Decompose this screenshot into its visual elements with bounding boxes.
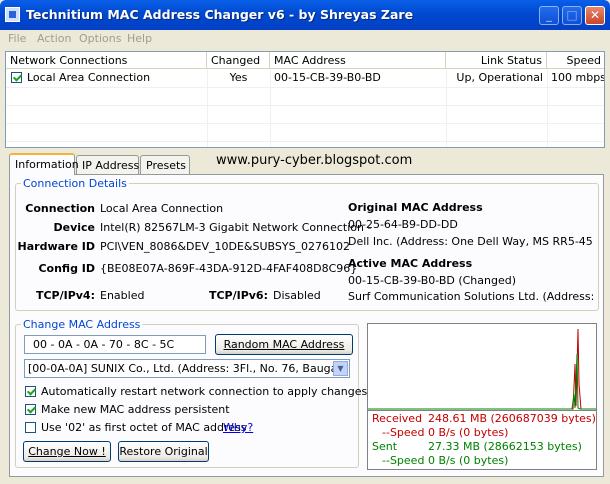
device-value: Intel(R) 82567LM-3 Gigabit Network Conne… [100,221,372,234]
received-speed-value: 0 B/s (0 bytes) [428,426,509,439]
menu-bar: File Action Options Help [0,30,610,48]
received-label: Received [372,412,423,425]
tab-ip-address[interactable]: IP Address [76,155,139,174]
tab-presets[interactable]: Presets [140,155,190,174]
close-button[interactable]: ✕ [585,6,605,25]
active-mac-title: Active MAC Address [348,257,473,270]
window-title: Technitium MAC Address Changer v6 - by S… [26,7,414,22]
cell-speed: 100 mbps [551,71,605,84]
menu-help[interactable]: Help [127,32,152,45]
tcp-ipv4-value: Enabled [100,289,145,302]
sent-label: Sent [372,440,398,453]
tcp-ipv4-label: TCP/IPv4: [35,289,95,302]
tcp-ipv6-value: Disabled [273,289,321,302]
column-header-speed[interactable]: Speed [547,52,604,69]
network-connections-grid[interactable]: Network Connections Changed MAC Address … [5,51,605,148]
sent-traffic-line [368,353,596,410]
first-octet-label: Use '02' as first octet of MAC address [41,421,247,434]
tab-information[interactable]: Information [9,153,79,175]
cell-connection: Local Area Connection [27,71,151,84]
cell-link-status: Up, Operational [456,71,543,84]
column-header-connections[interactable]: Network Connections [6,52,207,69]
device-label: Device [53,221,95,234]
restart-label: Automatically restart network connection… [41,385,368,398]
cell-mac: 00-15-CB-39-B0-BD [274,71,381,84]
column-header-link-status[interactable]: Link Status [446,52,547,69]
sent-speed-label: --Speed [382,454,425,467]
restart-checkbox[interactable] [25,386,36,397]
received-traffic-line [368,328,596,410]
change-now-button[interactable]: Change Now ! [23,441,111,462]
traffic-graph [368,328,596,410]
menu-action[interactable]: Action [37,32,71,45]
active-mac-vendor: Surf Communication Solutions Ltd. (Addre… [348,290,593,303]
chevron-down-icon[interactable]: ▼ [333,361,348,376]
original-mac-vendor: Dell Inc. (Address: One Dell Way, MS RR5… [348,235,593,248]
first-octet-checkbox[interactable] [25,422,36,433]
hardware-id-label: Hardware ID [17,240,95,253]
restore-original-button[interactable]: Restore Original [118,441,209,462]
connection-label: Connection [25,202,95,215]
watermark-text: www.pury-cyber.blogspot.com [216,153,413,168]
hardware-id-value: PCI\VEN_8086&DEV_10DE&SUBSYS_0276102 [100,240,351,253]
mac-address-input[interactable]: 00 - 0A - 0A - 70 - 8C - 5C [24,335,206,354]
active-mac-value: 00-15-CB-39-B0-BD (Changed) [348,274,517,287]
column-header-mac[interactable]: MAC Address [270,52,446,69]
original-mac-value: 00-25-64-B9-DD-DD [348,218,458,231]
random-mac-label: Random MAC Address [223,338,345,351]
persistent-label: Make new MAC address persistent [41,403,230,416]
config-id-value: {BE08E07A-869F-43DA-912D-4FAF408D8C96} [100,262,358,275]
change-now-label: Change Now ! [28,445,106,458]
connection-value: Local Area Connection [100,202,224,215]
sent-speed-value: 0 B/s (0 bytes) [428,454,509,467]
connection-details-title: Connection Details [21,177,129,190]
why-link[interactable]: Why? [223,421,253,434]
connection-checkbox[interactable] [11,72,22,83]
maximize-button[interactable]: □ [562,6,582,25]
change-mac-title: Change MAC Address [21,318,143,331]
random-mac-button[interactable]: Random MAC Address [215,334,353,355]
app-icon [5,7,20,22]
cell-changed: Yes [229,71,248,84]
traffic-graph-panel: Received 248.61 MB (260687039 bytes) --S… [367,323,597,470]
vendor-select[interactable]: [00-0A-0A] SUNIX Co., Ltd. (Address: 3Fl… [24,359,350,378]
received-value: 248.61 MB (260687039 bytes) [428,412,596,425]
vendor-select-value: [00-0A-0A] SUNIX Co., Ltd. (Address: 3Fl… [28,362,350,375]
persistent-checkbox[interactable] [25,404,36,415]
minimize-button[interactable]: _ [539,6,559,25]
menu-file[interactable]: File [8,32,26,45]
original-mac-title: Original MAC Address [348,201,483,214]
column-header-changed[interactable]: Changed [207,52,270,69]
tcp-ipv6-label: TCP/IPv6: [208,289,268,302]
received-speed-label: --Speed [382,426,425,439]
config-id-label: Config ID [38,262,95,275]
sent-value: 27.33 MB (28662153 bytes) [428,440,582,453]
menu-options[interactable]: Options [79,32,121,45]
